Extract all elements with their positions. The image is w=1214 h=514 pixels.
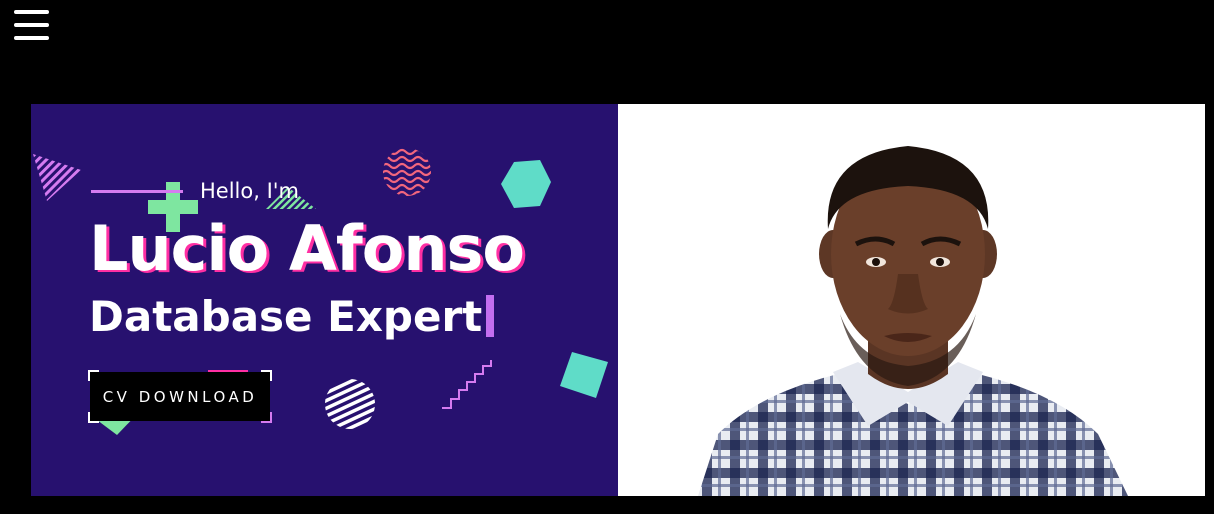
greeting-text: Hello, I'm — [200, 179, 300, 203]
striped-triangle-icon — [33, 154, 81, 201]
striped-circle-icon — [325, 379, 375, 429]
menu-bar — [14, 10, 49, 14]
cv-download-wrapper: CV DOWNLOAD — [88, 370, 272, 423]
role-text: Database Expert — [89, 292, 483, 341]
greeting-accent-line — [91, 190, 183, 193]
wavy-circle-icon — [383, 148, 431, 196]
diamond-square-icon — [560, 352, 608, 398]
hero-intro-panel: Hello, I'm Lucio Afonso Database Expert … — [31, 104, 618, 496]
cv-download-button[interactable]: CV DOWNLOAD — [90, 372, 270, 421]
hexagon-icon — [501, 160, 551, 208]
menu-bar — [14, 36, 49, 40]
staircase-line-icon — [442, 360, 492, 409]
portrait-panel — [618, 104, 1205, 496]
typing-caret-icon — [486, 295, 495, 337]
person-name: Lucio Afonso — [89, 212, 525, 285]
portrait-photo — [698, 146, 1128, 496]
menu-bar — [14, 23, 49, 27]
role-title: Database Expert — [89, 292, 495, 341]
hamburger-menu-icon[interactable] — [14, 10, 49, 41]
hero-section: Hello, I'm Lucio Afonso Database Expert … — [31, 104, 1205, 496]
